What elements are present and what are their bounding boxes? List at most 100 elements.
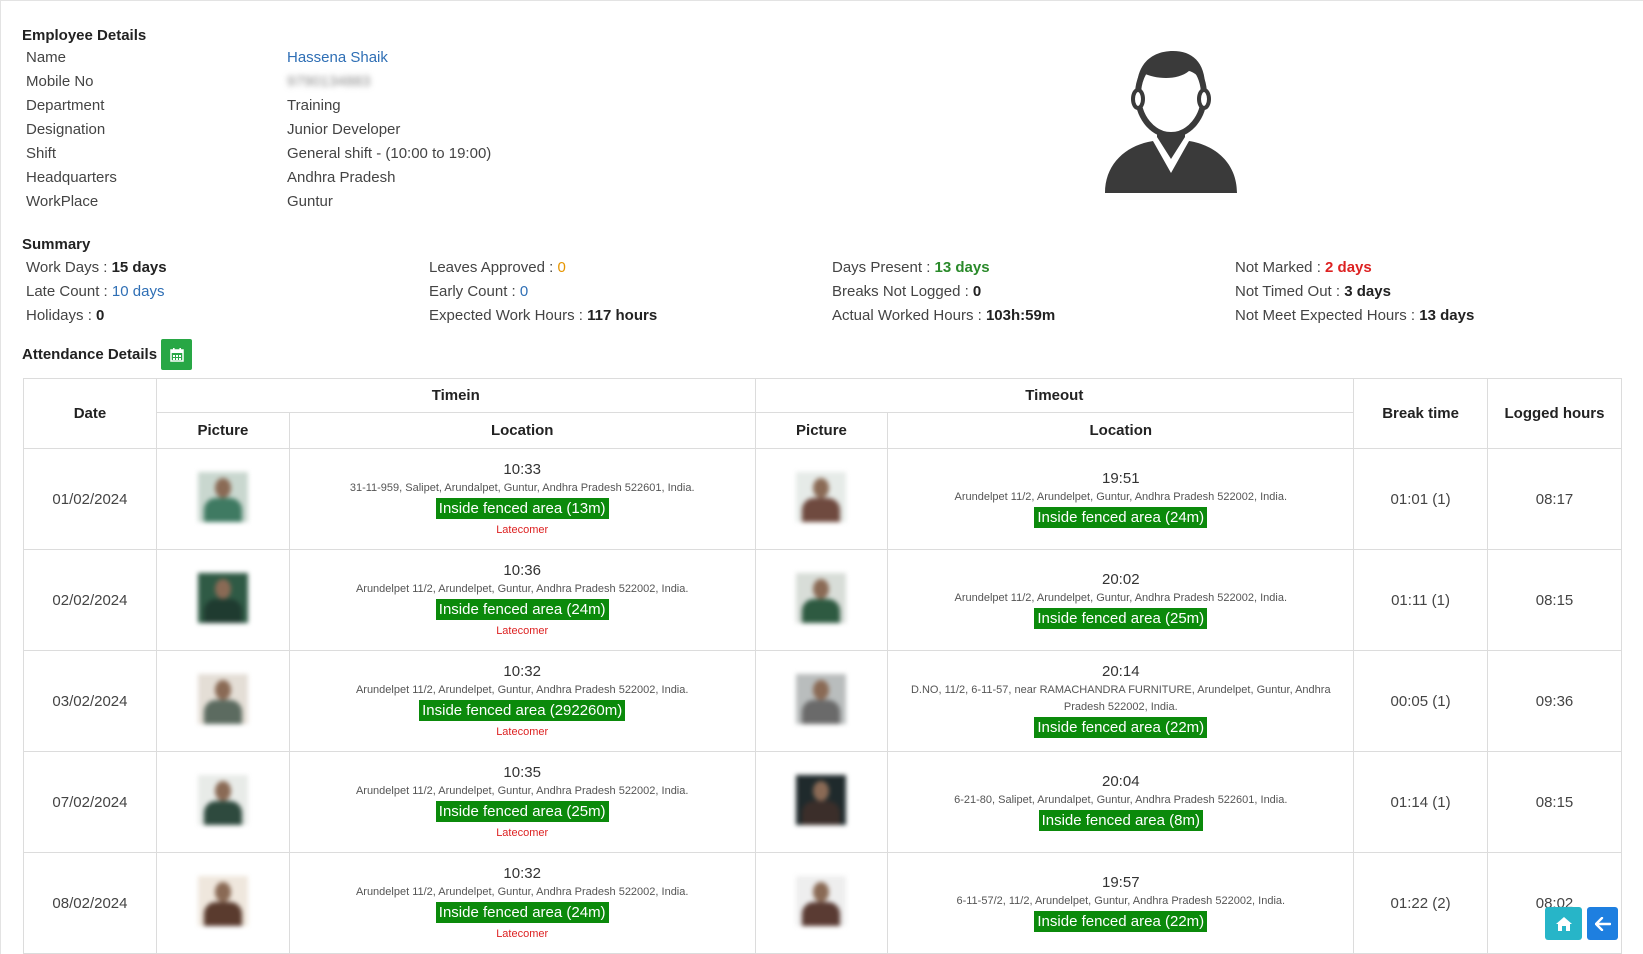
- logged-hours-cell: 08:17: [1487, 448, 1622, 550]
- employee-field-value: General shift - (10:00 to 19:00): [287, 144, 492, 162]
- employee-avatar: [1101, 45, 1241, 197]
- timeout-address: Arundelpet 11/2, Arundelpet, Guntur, And…: [954, 490, 1288, 503]
- timein-time: 10:35: [503, 763, 541, 781]
- summary-label: Late Count :: [26, 283, 112, 300]
- timeout-picture-cell: [754, 751, 889, 853]
- timeout-picture-cell: [754, 549, 889, 651]
- timeout-time: 20:04: [1102, 772, 1140, 790]
- timeout-fence-badge: Inside fenced area (8m): [1038, 809, 1203, 831]
- timeout-picture-cell: [754, 650, 889, 752]
- home-button[interactable]: [1545, 907, 1582, 940]
- attendance-table: Date Timein Timeout Break time Logged ho…: [23, 378, 1622, 954]
- header-date: Date: [23, 378, 157, 449]
- timeout-picture-cell: [754, 448, 889, 550]
- timein-photo[interactable]: [197, 775, 248, 825]
- timeout-photo[interactable]: [796, 674, 847, 724]
- timein-picture-cell: [155, 549, 290, 651]
- date-cell: 03/02/2024: [23, 650, 157, 752]
- summary-label: Leaves Approved :: [429, 259, 558, 276]
- timeout-fence-badge: Inside fenced area (25m): [1034, 607, 1208, 629]
- summary-value[interactable]: 0: [557, 259, 565, 276]
- summary-value: 2 days: [1325, 259, 1372, 276]
- timein-time: 10:32: [503, 864, 541, 882]
- timeout-picture-cell: [754, 852, 889, 954]
- summary-label: Not Marked :: [1235, 259, 1326, 276]
- summary-value[interactable]: 0: [520, 283, 528, 300]
- timeout-address: 6-11-57/2, 11/2, Arundelpet, Guntur, And…: [956, 894, 1286, 907]
- summary-label: Holidays :: [26, 307, 97, 324]
- employee-field-label: Shift: [26, 144, 57, 162]
- timeout-photo[interactable]: [796, 775, 847, 825]
- timein-address: Arundelpet 11/2, Arundelpet, Guntur, And…: [355, 683, 689, 696]
- timein-fence-badge: Inside fenced area (24m): [435, 901, 609, 923]
- date-cell: 08/02/2024: [23, 852, 157, 954]
- date-cell: 01/02/2024: [23, 448, 157, 550]
- summary-heading: Summary: [22, 236, 91, 253]
- latecomer-label: Latecomer: [496, 624, 549, 637]
- timeout-photo[interactable]: [796, 573, 847, 623]
- header-break-time: Break time: [1353, 378, 1489, 449]
- header-timeout-location: Location: [887, 412, 1355, 449]
- timeout-address: 6-21-80, Salipet, Arundalpet, Guntur, An…: [954, 793, 1288, 806]
- timein-photo[interactable]: [197, 876, 248, 926]
- calendar-button[interactable]: [161, 339, 193, 370]
- timein-photo[interactable]: [197, 472, 248, 522]
- summary-value: 117 hours: [587, 307, 658, 324]
- timein-location-cell: 10:33 31-11-959, Salipet, Arundalpet, Gun…: [288, 448, 756, 550]
- timein-fence-badge: Inside fenced area (292260m): [419, 699, 626, 721]
- summary-item: Holidays : 0: [22, 304, 425, 328]
- latecomer-label: Latecomer: [496, 523, 549, 536]
- summary-value: 15 days: [111, 259, 167, 276]
- summary-value: 13 days: [1419, 307, 1475, 324]
- timeout-photo[interactable]: [796, 876, 847, 926]
- summary-value[interactable]: 10 days: [112, 283, 165, 300]
- employee-field-label: Name: [26, 48, 67, 66]
- page: Employee Details Name Hassena Shaik Mobile…: [0, 0, 1643, 954]
- summary-label: Not Meet Expected Hours :: [1235, 307, 1420, 324]
- summary-section: Summary Work Days : 15 days Leaves Approv…: [22, 236, 1622, 328]
- employee-field-value: 9790134883: [287, 72, 371, 90]
- timeout-location-cell: 19:51 Arundelpet 11/2, Arundelpet, Guntur…: [887, 448, 1355, 550]
- timeout-fence-badge: Inside fenced area (24m): [1034, 506, 1208, 528]
- timein-picture-cell: [155, 852, 290, 954]
- timein-time: 10:32: [503, 662, 541, 680]
- timeout-time: 20:02: [1102, 570, 1140, 588]
- employee-field-row: WorkPlace Guntur: [22, 189, 491, 213]
- employee-field-value: Andhra Pradesh: [287, 168, 396, 186]
- summary-label: Work Days :: [26, 259, 112, 276]
- summary-item: Not Meet Expected Hours : 13 days: [1231, 304, 1634, 328]
- timeout-location-cell: 19:57 6-11-57/2, 11/2, Arundelpet, Guntur…: [887, 852, 1355, 954]
- employee-field-row: Name Hassena Shaik: [22, 45, 491, 69]
- timein-photo[interactable]: [197, 573, 248, 623]
- timeout-location-cell: 20:04 6-21-80, Salipet, Arundalpet, Guntu…: [887, 751, 1355, 853]
- timein-address: Arundelpet 11/2, Arundelpet, Guntur, And…: [355, 582, 689, 595]
- timein-location-cell: 10:32 Arundelpet 11/2, Arundelpet, Guntur…: [288, 650, 756, 752]
- employee-fields: Name Hassena Shaik Mobile No 9790134883 Depa…: [22, 45, 491, 213]
- summary-item: Not Timed Out : 3 days: [1231, 280, 1634, 304]
- timein-picture-cell: [155, 751, 290, 853]
- summary-label: Actual Worked Hours :: [832, 307, 986, 324]
- table-row: 01/02/2024 10:33 31-11-959, Salipet, Arund…: [23, 448, 1622, 550]
- summary-item: Breaks Not Logged : 0: [828, 280, 1231, 304]
- latecomer-label: Latecomer: [496, 725, 549, 738]
- summary-value: 0: [972, 283, 982, 300]
- header-timein-location: Location: [288, 412, 756, 449]
- summary-item: Late Count : 10 days: [22, 280, 425, 304]
- employee-field-label: WorkPlace: [26, 192, 99, 210]
- summary-item: Work Days : 15 days: [22, 256, 425, 280]
- summary-value: 103h:59m: [985, 307, 1056, 324]
- timein-photo[interactable]: [197, 674, 248, 724]
- back-button[interactable]: [1587, 907, 1618, 940]
- employee-name-link[interactable]: Hassena Shaik: [287, 49, 388, 66]
- summary-label: Not Timed Out :: [1235, 283, 1345, 300]
- arrow-left-icon: [1594, 916, 1611, 931]
- employee-field-value: Guntur: [287, 192, 333, 210]
- employee-details-heading: Employee Details: [22, 27, 147, 44]
- timeout-photo[interactable]: [796, 472, 847, 522]
- timein-fence-badge: Inside fenced area (24m): [435, 598, 609, 620]
- attendance-table-body: 01/02/2024 10:33 31-11-959, Salipet, Arund…: [23, 448, 1622, 954]
- summary-label: Breaks Not Logged :: [832, 283, 973, 300]
- timein-fence-badge: Inside fenced area (25m): [435, 800, 609, 822]
- latecomer-label: Latecomer: [496, 826, 549, 839]
- employee-field-label: Headquarters: [26, 168, 117, 186]
